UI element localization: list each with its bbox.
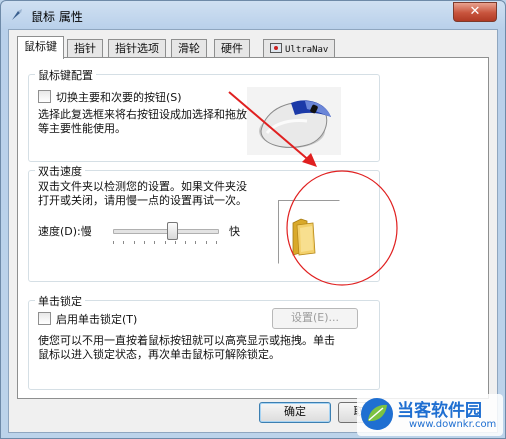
ok-button[interactable]: 确定 — [259, 402, 331, 423]
tab-pointers[interactable]: 指针 — [67, 39, 103, 58]
mouse-properties-window: 鼠标 属性 ✕ 鼠标键 指针 指针选项 滑轮 硬件 UltraNav 鼠标键配置… — [0, 0, 506, 439]
tab-wheel[interactable]: 滑轮 — [171, 39, 207, 58]
title-bar[interactable]: 鼠标 属性 ✕ — [1, 1, 505, 29]
trackpoint-icon — [270, 43, 282, 53]
tab-pointer-options[interactable]: 指针选项 — [108, 39, 166, 58]
tab-panel: 鼠标键配置 切换主要和次要的按钮(S) 选择此复选框来将右按钮设成加选择和拖放 … — [17, 57, 489, 399]
leaf-logo-icon — [361, 398, 393, 430]
dialog-client: 鼠标键 指针 指针选项 滑轮 硬件 UltraNav 鼠标键配置 切换主要和次要… — [8, 29, 498, 433]
mouse-pointer-icon — [12, 9, 22, 20]
annotation-overlay — [228, 91, 398, 286]
annotation-arrow-line — [228, 91, 312, 163]
tab-hardware[interactable]: 硬件 — [214, 39, 250, 58]
close-button[interactable]: ✕ — [453, 2, 497, 22]
window-title: 鼠标 属性 — [31, 10, 83, 24]
tab-buttons[interactable]: 鼠标键 — [17, 36, 64, 59]
watermark: 当客软件园 www.downkr.com — [357, 394, 503, 436]
tab-ultranav[interactable]: UltraNav — [263, 39, 336, 58]
annotation-circle — [286, 170, 398, 286]
watermark-url: www.downkr.com — [409, 419, 497, 430]
watermark-brand: 当客软件园 — [397, 401, 482, 421]
